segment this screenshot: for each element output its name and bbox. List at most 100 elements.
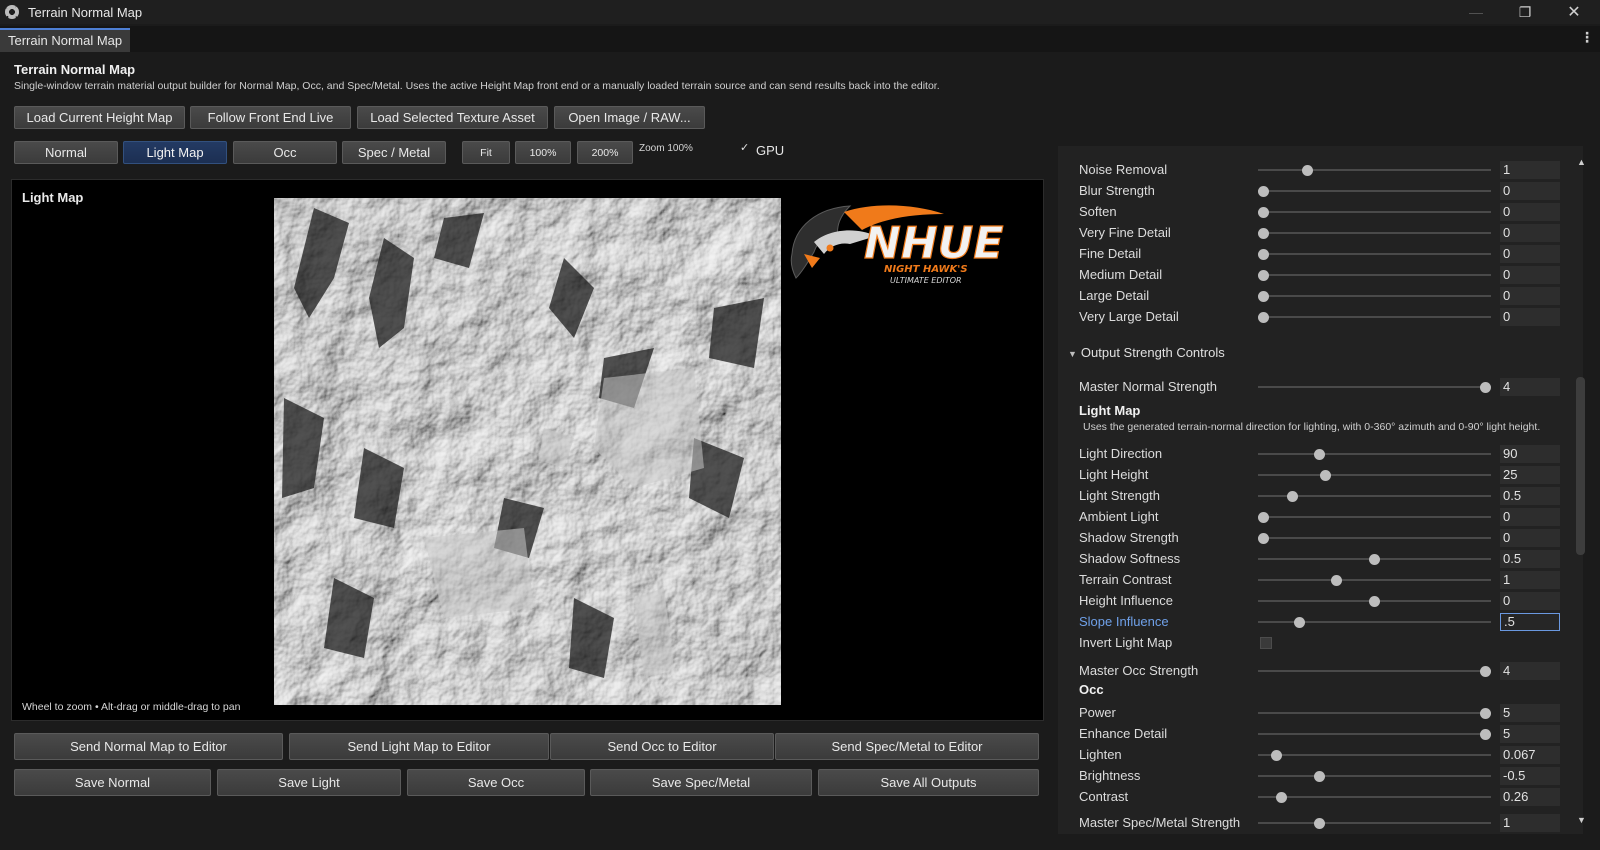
setting-slider[interactable] bbox=[1258, 670, 1491, 672]
setting-slider[interactable] bbox=[1258, 733, 1491, 735]
setting-slider[interactable] bbox=[1258, 190, 1491, 192]
send-occ-button[interactable]: Send Occ to Editor bbox=[550, 733, 774, 760]
setting-slider[interactable] bbox=[1258, 474, 1491, 476]
setting-value-field[interactable]: 0 bbox=[1500, 266, 1560, 284]
setting-value-field[interactable]: 0.5 bbox=[1500, 550, 1560, 568]
setting-value-field[interactable]: 5 bbox=[1500, 725, 1560, 743]
send-spec-metal-button[interactable]: Send Spec/Metal to Editor bbox=[775, 733, 1039, 760]
setting-value-field[interactable]: 0.5 bbox=[1500, 487, 1560, 505]
slider-thumb[interactable] bbox=[1480, 666, 1491, 677]
slider-thumb[interactable] bbox=[1302, 165, 1314, 176]
setting-value-field[interactable]: .5 bbox=[1500, 613, 1560, 631]
gpu-checkbox[interactable]: ✓ bbox=[740, 143, 751, 154]
slider-thumb[interactable] bbox=[1320, 470, 1332, 481]
send-normal-map-button[interactable]: Send Normal Map to Editor bbox=[14, 733, 283, 760]
setting-value-field[interactable]: 0 bbox=[1500, 308, 1560, 326]
setting-slider[interactable] bbox=[1258, 274, 1491, 276]
setting-value-field[interactable]: 25 bbox=[1500, 466, 1560, 484]
load-selected-texture-asset-button[interactable]: Load Selected Texture Asset bbox=[357, 106, 548, 129]
slider-thumb[interactable] bbox=[1258, 186, 1269, 197]
setting-value-field[interactable]: 4 bbox=[1500, 378, 1560, 396]
more-options-icon[interactable]: ⋮ bbox=[1580, 29, 1594, 46]
setting-slider[interactable] bbox=[1258, 516, 1491, 518]
load-current-height-map-button[interactable]: Load Current Height Map bbox=[14, 106, 185, 129]
slider-thumb[interactable] bbox=[1258, 312, 1269, 323]
scroll-down-icon[interactable]: ▼ bbox=[1577, 815, 1586, 825]
tab-spec-metal[interactable]: Spec / Metal bbox=[342, 141, 446, 164]
setting-slider[interactable] bbox=[1258, 169, 1491, 171]
slider-thumb[interactable] bbox=[1313, 771, 1325, 782]
zoom-200-button[interactable]: 200% bbox=[577, 141, 633, 164]
slider-thumb[interactable] bbox=[1271, 750, 1283, 761]
setting-slider[interactable] bbox=[1258, 796, 1491, 798]
setting-value-field[interactable]: 1 bbox=[1500, 814, 1560, 832]
setting-value-field[interactable]: -0.5 bbox=[1500, 767, 1560, 785]
slider-thumb[interactable] bbox=[1275, 792, 1287, 803]
slider-thumb[interactable] bbox=[1258, 228, 1269, 239]
scrollbar-thumb[interactable] bbox=[1576, 377, 1585, 555]
tab-occ[interactable]: Occ bbox=[233, 141, 337, 164]
slider-thumb[interactable] bbox=[1369, 596, 1380, 607]
scroll-up-icon[interactable]: ▲ bbox=[1577, 157, 1586, 167]
invert-light-map-checkbox[interactable] bbox=[1260, 637, 1272, 649]
slider-thumb[interactable] bbox=[1313, 818, 1325, 829]
setting-slider[interactable] bbox=[1258, 453, 1491, 455]
setting-slider[interactable] bbox=[1258, 754, 1491, 756]
save-all-outputs-button[interactable]: Save All Outputs bbox=[818, 769, 1039, 796]
save-light-button[interactable]: Save Light bbox=[217, 769, 401, 796]
slider-thumb[interactable] bbox=[1258, 533, 1269, 544]
save-normal-button[interactable]: Save Normal bbox=[14, 769, 211, 796]
setting-value-field[interactable]: 0 bbox=[1500, 182, 1560, 200]
save-spec-metal-button[interactable]: Save Spec/Metal bbox=[590, 769, 812, 796]
setting-value-field[interactable]: 0 bbox=[1500, 287, 1560, 305]
setting-value-field[interactable]: 90 bbox=[1500, 445, 1560, 463]
setting-slider[interactable] bbox=[1258, 253, 1491, 255]
slider-thumb[interactable] bbox=[1369, 554, 1380, 565]
slider-thumb[interactable] bbox=[1480, 708, 1491, 719]
setting-slider[interactable] bbox=[1258, 211, 1491, 213]
tab-light-map[interactable]: Light Map bbox=[123, 141, 227, 164]
setting-value-field[interactable]: 0 bbox=[1500, 203, 1560, 221]
slider-thumb[interactable] bbox=[1258, 270, 1269, 281]
zoom-fit-button[interactable]: Fit bbox=[462, 141, 510, 164]
close-icon[interactable]: ✕ bbox=[1551, 0, 1597, 24]
restore-icon[interactable]: ❐ bbox=[1502, 0, 1548, 24]
setting-slider[interactable] bbox=[1258, 232, 1491, 234]
slider-thumb[interactable] bbox=[1480, 382, 1491, 393]
slider-thumb[interactable] bbox=[1258, 291, 1269, 302]
output-strength-section-header[interactable]: ▼ Output Strength Controls bbox=[1068, 345, 1468, 360]
follow-front-end-live-button[interactable]: Follow Front End Live bbox=[190, 106, 351, 129]
settings-panel[interactable]: Noise Removal 1 Blur Strength 0 Soften 0… bbox=[1058, 146, 1583, 834]
minimize-icon[interactable]: — bbox=[1453, 0, 1499, 24]
setting-slider[interactable] bbox=[1258, 579, 1491, 581]
slider-thumb[interactable] bbox=[1258, 249, 1269, 260]
setting-value-field[interactable]: 0 bbox=[1500, 245, 1560, 263]
setting-value-field[interactable]: 5 bbox=[1500, 704, 1560, 722]
tab-terrain-normal-map[interactable]: Terrain Normal Map bbox=[0, 28, 131, 52]
setting-slider[interactable] bbox=[1258, 822, 1491, 824]
setting-slider[interactable] bbox=[1258, 621, 1491, 623]
setting-slider[interactable] bbox=[1258, 775, 1491, 777]
image-viewport[interactable]: Light Map NHUE NIGHT HAWK'S ULTIMATE EDI… bbox=[11, 179, 1044, 721]
setting-value-field[interactable]: 0.067 bbox=[1500, 746, 1560, 764]
setting-value-field[interactable]: 0 bbox=[1500, 592, 1560, 610]
setting-value-field[interactable]: 0.26 bbox=[1500, 788, 1560, 806]
tab-normal[interactable]: Normal bbox=[14, 141, 118, 164]
slider-thumb[interactable] bbox=[1286, 491, 1298, 502]
slider-thumb[interactable] bbox=[1313, 449, 1325, 460]
slider-thumb[interactable] bbox=[1293, 617, 1305, 628]
setting-slider[interactable] bbox=[1258, 386, 1491, 388]
slider-thumb[interactable] bbox=[1331, 575, 1343, 586]
zoom-100-button[interactable]: 100% bbox=[515, 141, 571, 164]
setting-value-field[interactable]: 4 bbox=[1500, 662, 1560, 680]
setting-slider[interactable] bbox=[1258, 295, 1491, 297]
slider-thumb[interactable] bbox=[1258, 512, 1269, 523]
setting-value-field[interactable]: 1 bbox=[1500, 161, 1560, 179]
send-light-map-button[interactable]: Send Light Map to Editor bbox=[289, 733, 549, 760]
setting-value-field[interactable]: 0 bbox=[1500, 529, 1560, 547]
slider-thumb[interactable] bbox=[1258, 207, 1269, 218]
setting-value-field[interactable]: 1 bbox=[1500, 571, 1560, 589]
setting-slider[interactable] bbox=[1258, 712, 1491, 714]
setting-value-field[interactable]: 0 bbox=[1500, 508, 1560, 526]
open-image-raw-button[interactable]: Open Image / RAW... bbox=[554, 106, 705, 129]
